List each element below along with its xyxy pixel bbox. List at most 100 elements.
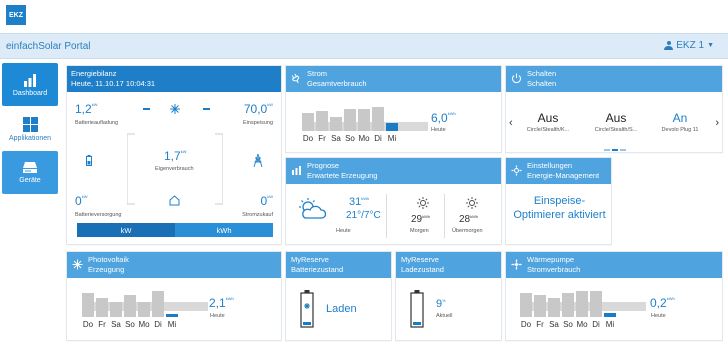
chart-bar [520,293,532,317]
sun-cloud-icon [299,198,326,219]
myreserve-batt-subtitle: Batteriezustand [291,264,344,274]
prognose-uebermorgen-value: 28kWh [459,214,479,225]
chart-bar [534,295,546,317]
power-tower-icon [253,154,263,167]
solar-panel-icon [170,104,180,114]
prognose-header: Prognose Erwartete Erzeugung [286,158,501,184]
prognose-today-label: Heute [336,228,351,234]
chart-day-label: Fr [536,320,544,329]
switch-state[interactable]: Aus [518,111,578,125]
user-icon [664,41,674,50]
strom-card[interactable]: Strom Gesamtverbrauch Do Fr Sa So Mo Di Mi 6,0… [285,65,502,153]
strom-value: 6,0kWh [431,111,456,125]
waermepumpe-chart-days: Do Fr Sa So Mo Di Mi [520,320,616,329]
einspeisung-value: 70,0kW [243,102,273,116]
chart-day-label: Do [302,134,314,143]
einstellungen-title: Einstellungen [527,161,573,170]
unit-toggle: kW kWh [77,223,273,237]
strom-chart [302,107,398,131]
strom-value-label: Heute [431,127,446,133]
energiebilanz-card: Energiebilanz Heute, 11.10.17 10:04:31 1… [66,65,282,245]
prognose-card[interactable]: Prognose Erwartete Erzeugung 31kWh 21°/7… [285,157,502,245]
einstellungen-header: Einstellungen Energie-Management [506,158,611,184]
chart-day-label: Fr [318,134,326,143]
chart-day-label: Mo [576,320,588,329]
schalten-header: Schalten Schalten [506,66,722,92]
energiebilanz-subtitle: Heute, 11.10.17 10:04:31 [71,78,156,88]
photovoltaik-chart-days: Do Fr Sa So Mo Di Mi [82,320,178,329]
prognose-morgen-label: Morgen [410,228,429,234]
toggle-kw[interactable]: kW [77,223,175,237]
chart-day-label: Mo [138,320,150,329]
eigenverbrauch-value: 1,7kW [164,149,187,163]
chart-day-label: Do [82,320,94,329]
prognose-subtitle: Erwartete Erzeugung [307,170,378,180]
eigenverbrauch-label: Eigenverbrauch [155,166,194,172]
chart-day-label: So [563,320,573,329]
chart-bar [138,301,150,317]
energiebilanz-title: Energiebilanz [71,69,117,78]
chart-bar [386,122,398,131]
carousel-next[interactable]: › [715,117,719,129]
myreserve-lade-title: MyReserve [401,255,439,264]
chart-day-label: Sa [331,134,341,143]
divider [444,194,445,238]
myreserve-batteriezustand-card[interactable]: MyReserve Batteriezustand Laden [285,251,392,341]
nav-applikationen-label: Applikationen [8,134,52,142]
waermepumpe-subtitle: Stromverbrauch [527,264,581,274]
strom-subtitle: Gesamtverbrauch [307,78,367,88]
chart-bar [576,291,588,317]
settings-icon [511,165,522,176]
chart-bar [562,293,574,317]
chart-day-label: Mi [167,320,177,329]
myreserve-ladezustand-card[interactable]: MyReserve Ladezustand 9% Aktuell [395,251,502,341]
nav-dashboard[interactable]: Dashboard [2,63,58,106]
batterieaufladung-label: Batterieaufladung [75,120,119,126]
chart-day-label: Sa [549,320,559,329]
user-name: EKZ 1 [676,40,705,51]
sun-icon [466,197,478,209]
plug-icon [291,73,300,84]
myreserve-lade-header: MyReserve Ladezustand [396,252,501,278]
chart-day-label: Di [154,320,162,329]
strom-header: Strom Gesamtverbrauch [286,66,501,92]
einstellungen-status: Einspeise-Optimierer aktiviert [513,195,606,221]
photovoltaik-value-label: Heute [210,313,225,319]
chart-day-label: Do [520,320,532,329]
bar-chart-icon [24,73,36,87]
chart-bar [152,291,164,317]
power-icon [511,73,522,84]
strom-chart-days: Do Fr Sa So Mo Di Mi [302,134,398,143]
chart-day-label: Di [592,320,600,329]
photovoltaik-card[interactable]: Photovoltaik Erzeugung Do Fr Sa So Mo Di Mi 2,… [66,251,282,341]
top-bar: EKZ [0,0,728,32]
myreserve-batt-status: Laden [326,303,357,315]
switch-name: Devolo Plug 11 [661,127,699,133]
ekz-logo[interactable]: EKZ [6,5,26,25]
user-menu[interactable]: EKZ 1 ▼ [664,40,714,51]
photovoltaik-value: 2,1kWh [209,296,234,310]
switch-state[interactable]: An [652,111,708,125]
toggle-kwh[interactable]: kWh [175,223,273,237]
photovoltaik-subtitle: Erzeugung [88,264,125,274]
carousel-prev[interactable]: ‹ [509,117,513,129]
chart-bar [344,109,356,131]
chart-bar [358,109,370,131]
switch-state[interactable]: Aus [586,111,646,125]
chart-day-label: Mi [605,320,615,329]
house-icon [169,195,180,206]
prognose-morgen-value: 29kWh [411,214,431,225]
chart-bar [316,110,328,131]
flow-indicator [203,108,210,110]
chart-bar [82,293,94,317]
energiebilanz-header: Energiebilanz Heute, 11.10.17 10:04:31 [67,66,281,92]
carousel-pagination [604,149,626,151]
prognose-uebermorgen-label: Übermorgen [452,228,483,234]
waermepumpe-header: Wärmepumpe Stromverbrauch [506,252,722,278]
chart-bar [166,313,178,317]
nav-geraete[interactable]: Geräte [2,151,58,194]
chart-day-label: Fr [98,320,106,329]
einstellungen-card[interactable]: Einstellungen Energie-Management Einspei… [505,157,612,245]
waermepumpe-card[interactable]: Wärmepumpe Stromverbrauch Do Fr Sa So Mo Di Mi… [505,251,723,341]
nav-applikationen[interactable]: Applikationen [2,109,58,149]
